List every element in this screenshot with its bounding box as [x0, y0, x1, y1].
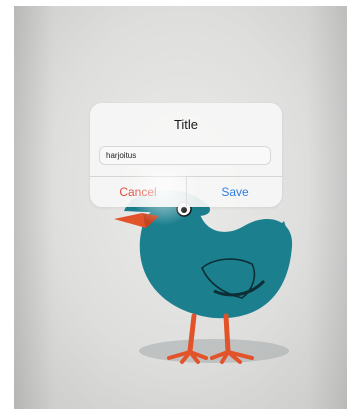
- save-button[interactable]: Save: [187, 177, 282, 207]
- alert-dialog: Title harjoitus Cancel Save: [90, 103, 282, 207]
- cancel-button[interactable]: Cancel: [90, 177, 186, 207]
- bird-illustration: [114, 189, 293, 364]
- alert-title: Title: [173, 117, 199, 132]
- photo-frame: Title harjoitus Cancel Save: [14, 6, 347, 409]
- bird-shadow: [139, 339, 289, 363]
- title-input[interactable]: harjoitus: [99, 146, 271, 165]
- bird-leg-right: [223, 313, 231, 354]
- bird-pupil: [181, 207, 187, 213]
- bird-beak: [114, 213, 146, 228]
